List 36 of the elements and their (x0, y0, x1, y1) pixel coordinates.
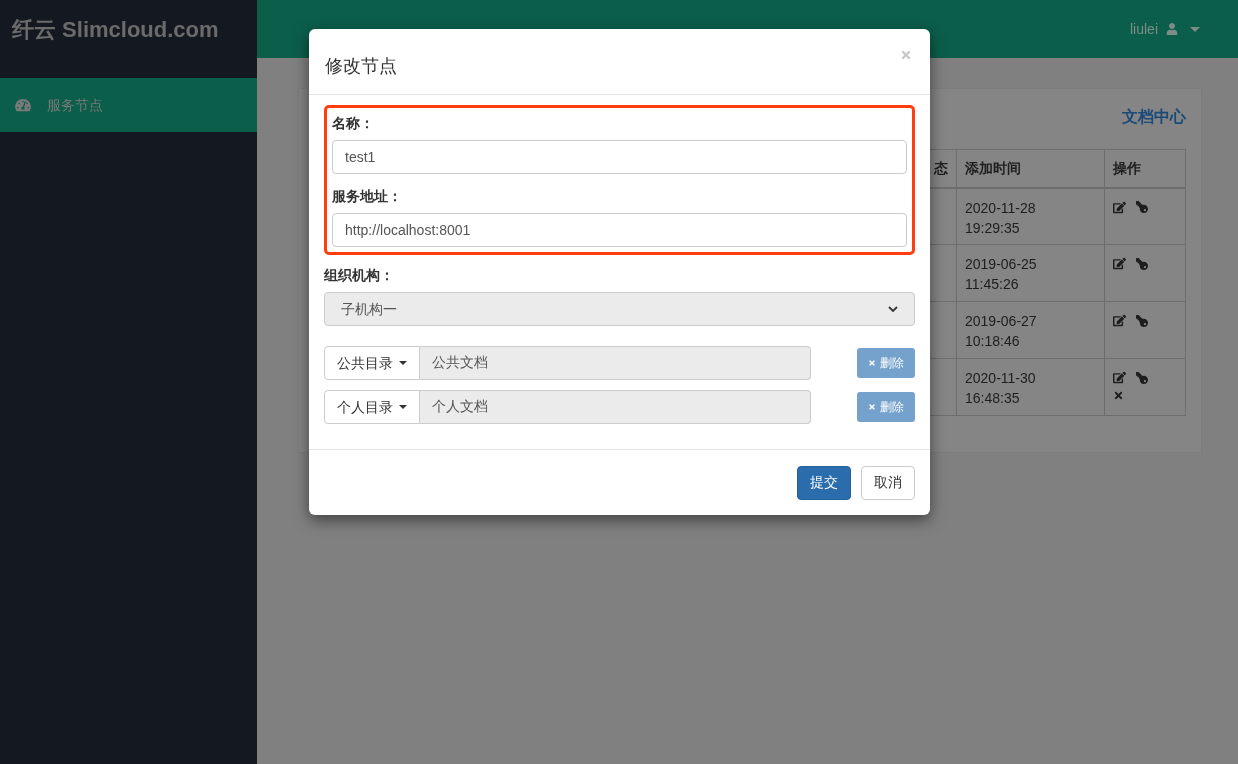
key-icon[interactable] (1136, 371, 1148, 384)
cancel-button[interactable]: 取消 (861, 465, 915, 500)
delete-icon[interactable] (1113, 390, 1124, 401)
edit-icon[interactable] (1113, 371, 1126, 384)
close-icon (868, 359, 876, 367)
org-select[interactable]: 子机构一 (324, 292, 915, 326)
dashboard-icon (15, 98, 31, 112)
key-icon[interactable] (1136, 201, 1148, 213)
key-icon[interactable] (1136, 314, 1148, 327)
field-label: 服务地址： (332, 187, 403, 206)
text-field[interactable]: test1 (332, 140, 907, 174)
edit-icon[interactable] (1113, 314, 1126, 327)
table-cell: 2020-11-30 16:48:35 (956, 358, 1105, 416)
table-cell: 2020-11-28 19:29:35 (956, 187, 1105, 245)
submit-button[interactable]: 提交 (797, 465, 851, 500)
directory-field[interactable]: 个人文档 (420, 390, 811, 424)
table-cell: 2019-06-27 10:18:46 (956, 301, 1105, 359)
dialog-title: 修改节点 (325, 55, 397, 78)
user-icon (1166, 23, 1178, 35)
column-header: 添加时间 (956, 149, 1105, 188)
field-label: 组织机构： (324, 266, 395, 285)
chevron-down-icon (888, 305, 898, 313)
caret-icon (399, 361, 407, 365)
directory-field[interactable]: 公共文档 (420, 346, 811, 380)
edit-icon[interactable] (1113, 257, 1126, 270)
close-icon (868, 403, 876, 411)
brand-logo[interactable]: 纤云 Slimcloud.com (12, 12, 219, 46)
edit-icon[interactable] (1113, 200, 1126, 214)
directory-dropdown[interactable]: 公共目录 (324, 346, 420, 380)
key-icon[interactable] (1136, 257, 1148, 270)
text-field[interactable]: http://localhost:8001 (332, 213, 907, 247)
column-header: 操作 (1104, 149, 1186, 188)
table-cell: 2019-06-25 11:45:26 (956, 244, 1105, 302)
field-label: 名称： (332, 114, 375, 133)
directory-dropdown[interactable]: 个人目录 (324, 390, 420, 424)
caret-icon (399, 405, 407, 409)
